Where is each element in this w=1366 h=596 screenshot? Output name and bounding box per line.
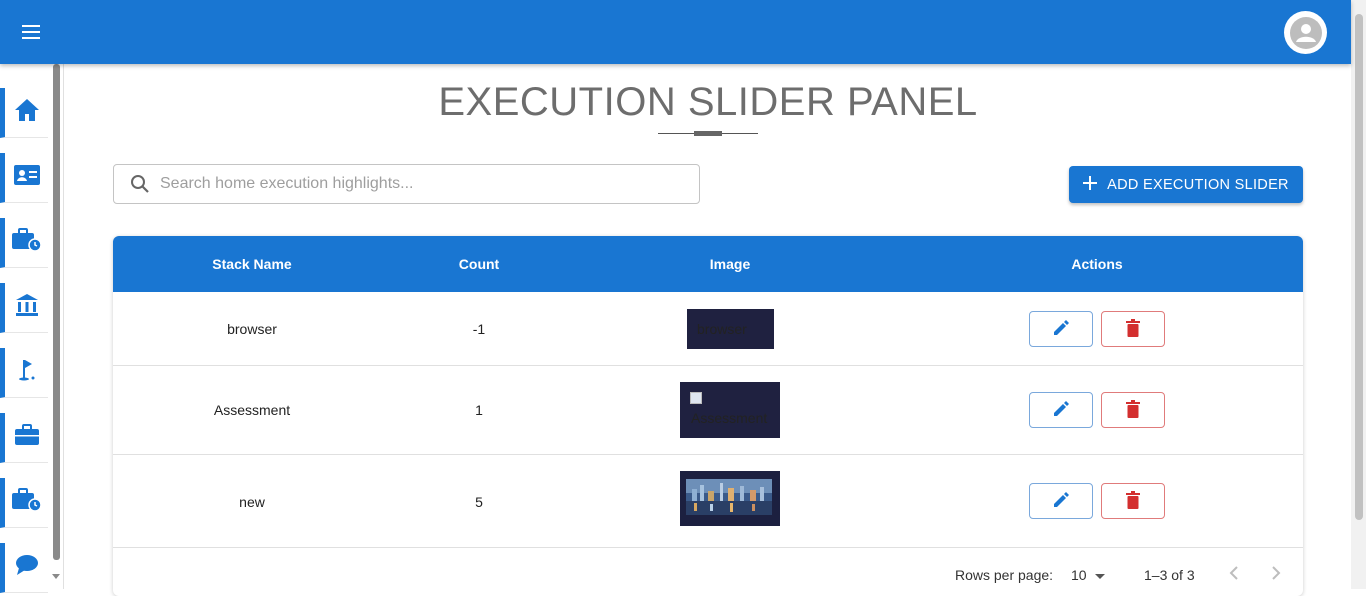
delete-button[interactable] xyxy=(1101,311,1165,347)
search-box[interactable] xyxy=(113,164,700,204)
rows-per-page-label: Rows per page: xyxy=(955,567,1054,583)
broken-image-alt-text: browser xyxy=(697,321,747,337)
broken-image-alt-text: Assessment xyxy=(691,410,768,426)
briefcase-clock-icon xyxy=(11,488,42,517)
sidebar-item-institution[interactable] xyxy=(0,283,48,333)
page-scrollbar[interactable] xyxy=(1351,0,1366,589)
trash-icon xyxy=(1126,399,1140,421)
broken-image-icon xyxy=(690,392,702,404)
column-header-image[interactable]: Image xyxy=(655,256,805,272)
column-header-count[interactable]: Count xyxy=(404,256,554,272)
title-divider-mark xyxy=(694,131,722,136)
sidebar xyxy=(0,64,64,593)
count-cell: -1 xyxy=(472,321,486,337)
column-header-actions[interactable]: Actions xyxy=(1022,256,1172,272)
edit-button[interactable] xyxy=(1029,311,1093,347)
pencil-icon xyxy=(1052,491,1070,512)
golf-flag-icon xyxy=(17,358,37,387)
edit-button[interactable] xyxy=(1029,483,1093,519)
pencil-icon xyxy=(1052,319,1070,340)
caret-down-icon xyxy=(1094,567,1105,583)
table-row: Assessment 1 Assessment xyxy=(113,366,1303,455)
stack-name-cell: browser xyxy=(227,321,277,337)
delete-button[interactable] xyxy=(1101,483,1165,519)
sidebar-item-work-schedule[interactable] xyxy=(0,218,48,268)
contact-card-icon xyxy=(13,165,40,190)
execution-slider-table: Stack Name Count Image Actions browser -… xyxy=(113,236,1303,596)
row-image-city-skyline xyxy=(680,471,780,526)
pencil-icon xyxy=(1052,400,1070,421)
previous-page-icon[interactable] xyxy=(1227,565,1243,584)
briefcase-icon xyxy=(14,424,39,451)
pagination-range: 1–3 of 3 xyxy=(1144,567,1195,583)
stack-name-cell: new xyxy=(239,494,265,510)
hamburger-menu-icon[interactable] xyxy=(14,14,50,50)
stack-name-cell: Assessment xyxy=(213,402,291,418)
account-circle-icon[interactable] xyxy=(1284,11,1327,54)
count-cell: 5 xyxy=(475,494,483,510)
app-bar xyxy=(0,0,1351,64)
bank-icon xyxy=(15,293,39,322)
table-row: browser -1 browser xyxy=(113,292,1303,366)
trash-icon xyxy=(1126,490,1140,512)
add-button-label: ADD EXECUTION SLIDER xyxy=(1107,176,1289,193)
table-row: new 5 xyxy=(113,455,1303,548)
row-image: Assessment xyxy=(680,382,780,438)
page-title: EXECUTION SLIDER PANEL xyxy=(438,80,978,124)
count-cell: 1 xyxy=(475,402,483,418)
sidebar-scrollbar[interactable] xyxy=(50,64,64,589)
home-icon xyxy=(14,98,40,127)
sidebar-item-goals[interactable] xyxy=(0,348,48,398)
scroll-down-arrow-icon[interactable] xyxy=(52,574,60,579)
edit-button[interactable] xyxy=(1029,392,1093,428)
table-header: Stack Name Count Image Actions xyxy=(113,236,1303,292)
row-image: browser xyxy=(687,309,774,349)
sidebar-item-jobs[interactable] xyxy=(0,413,48,463)
trash-icon xyxy=(1126,318,1140,340)
sidebar-item-chat[interactable] xyxy=(0,543,48,593)
delete-button[interactable] xyxy=(1101,392,1165,428)
sidebar-item-contacts[interactable] xyxy=(0,153,48,203)
search-input[interactable] xyxy=(160,175,680,193)
plus-icon xyxy=(1083,175,1098,194)
next-page-icon[interactable] xyxy=(1267,565,1283,584)
chat-bubble-icon xyxy=(15,554,39,581)
rows-per-page-select[interactable]: 10 xyxy=(1071,567,1105,583)
column-header-stack-name[interactable]: Stack Name xyxy=(177,256,327,272)
rows-per-page-value: 10 xyxy=(1071,567,1087,583)
search-icon xyxy=(130,174,150,194)
sidebar-item-home[interactable] xyxy=(0,88,48,138)
briefcase-clock-icon xyxy=(11,228,42,257)
sidebar-item-executions[interactable] xyxy=(0,478,48,528)
add-execution-slider-button[interactable]: ADD EXECUTION SLIDER xyxy=(1069,166,1303,203)
